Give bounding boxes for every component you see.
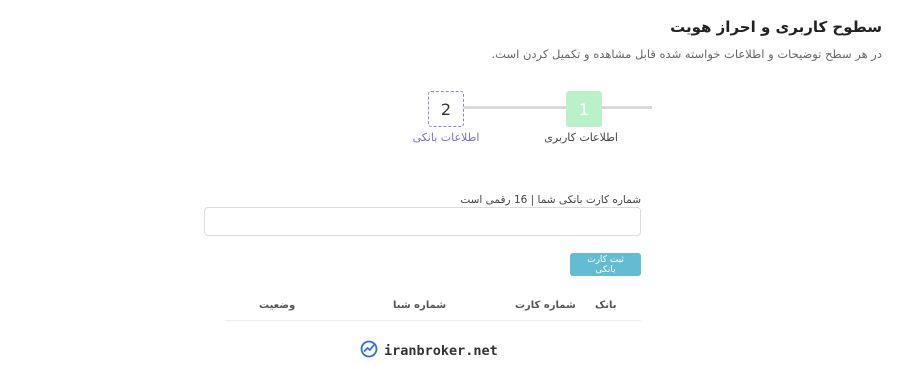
card-number-label: شماره کارت بانکی شما | 16 رقمی است bbox=[460, 194, 641, 206]
column-sheba: شماره شبا bbox=[393, 300, 447, 311]
page-title: سطوح کاربری و احراز هویت bbox=[670, 18, 882, 36]
step-1-label[interactable]: اطلاعات کاربری bbox=[544, 131, 618, 144]
step-2-badge[interactable]: 2 bbox=[428, 91, 464, 127]
stepper-connector bbox=[464, 106, 566, 109]
page-subtitle: در هر سطح توضیحات و اطلاعات خواسته شده ق… bbox=[491, 47, 882, 61]
watermark-text: iranbroker.net bbox=[384, 343, 498, 359]
card-number-input[interactable] bbox=[204, 207, 641, 236]
step-2-label[interactable]: اطلاعات بانکی bbox=[410, 131, 482, 144]
cards-table-header: بانک شماره کارت شماره شبا وضعیت bbox=[225, 292, 641, 321]
stepper-connector-tail bbox=[602, 106, 652, 109]
column-bank: بانک bbox=[595, 300, 617, 311]
watermark: iranbroker.net bbox=[360, 340, 498, 362]
step-1-badge[interactable]: 1 bbox=[566, 91, 602, 127]
trend-chart-icon bbox=[360, 340, 378, 362]
column-status: وضعیت bbox=[259, 300, 296, 311]
submit-card-button[interactable]: ثبت کارت بانکی bbox=[570, 253, 641, 276]
column-card-number: شماره کارت bbox=[515, 300, 576, 311]
